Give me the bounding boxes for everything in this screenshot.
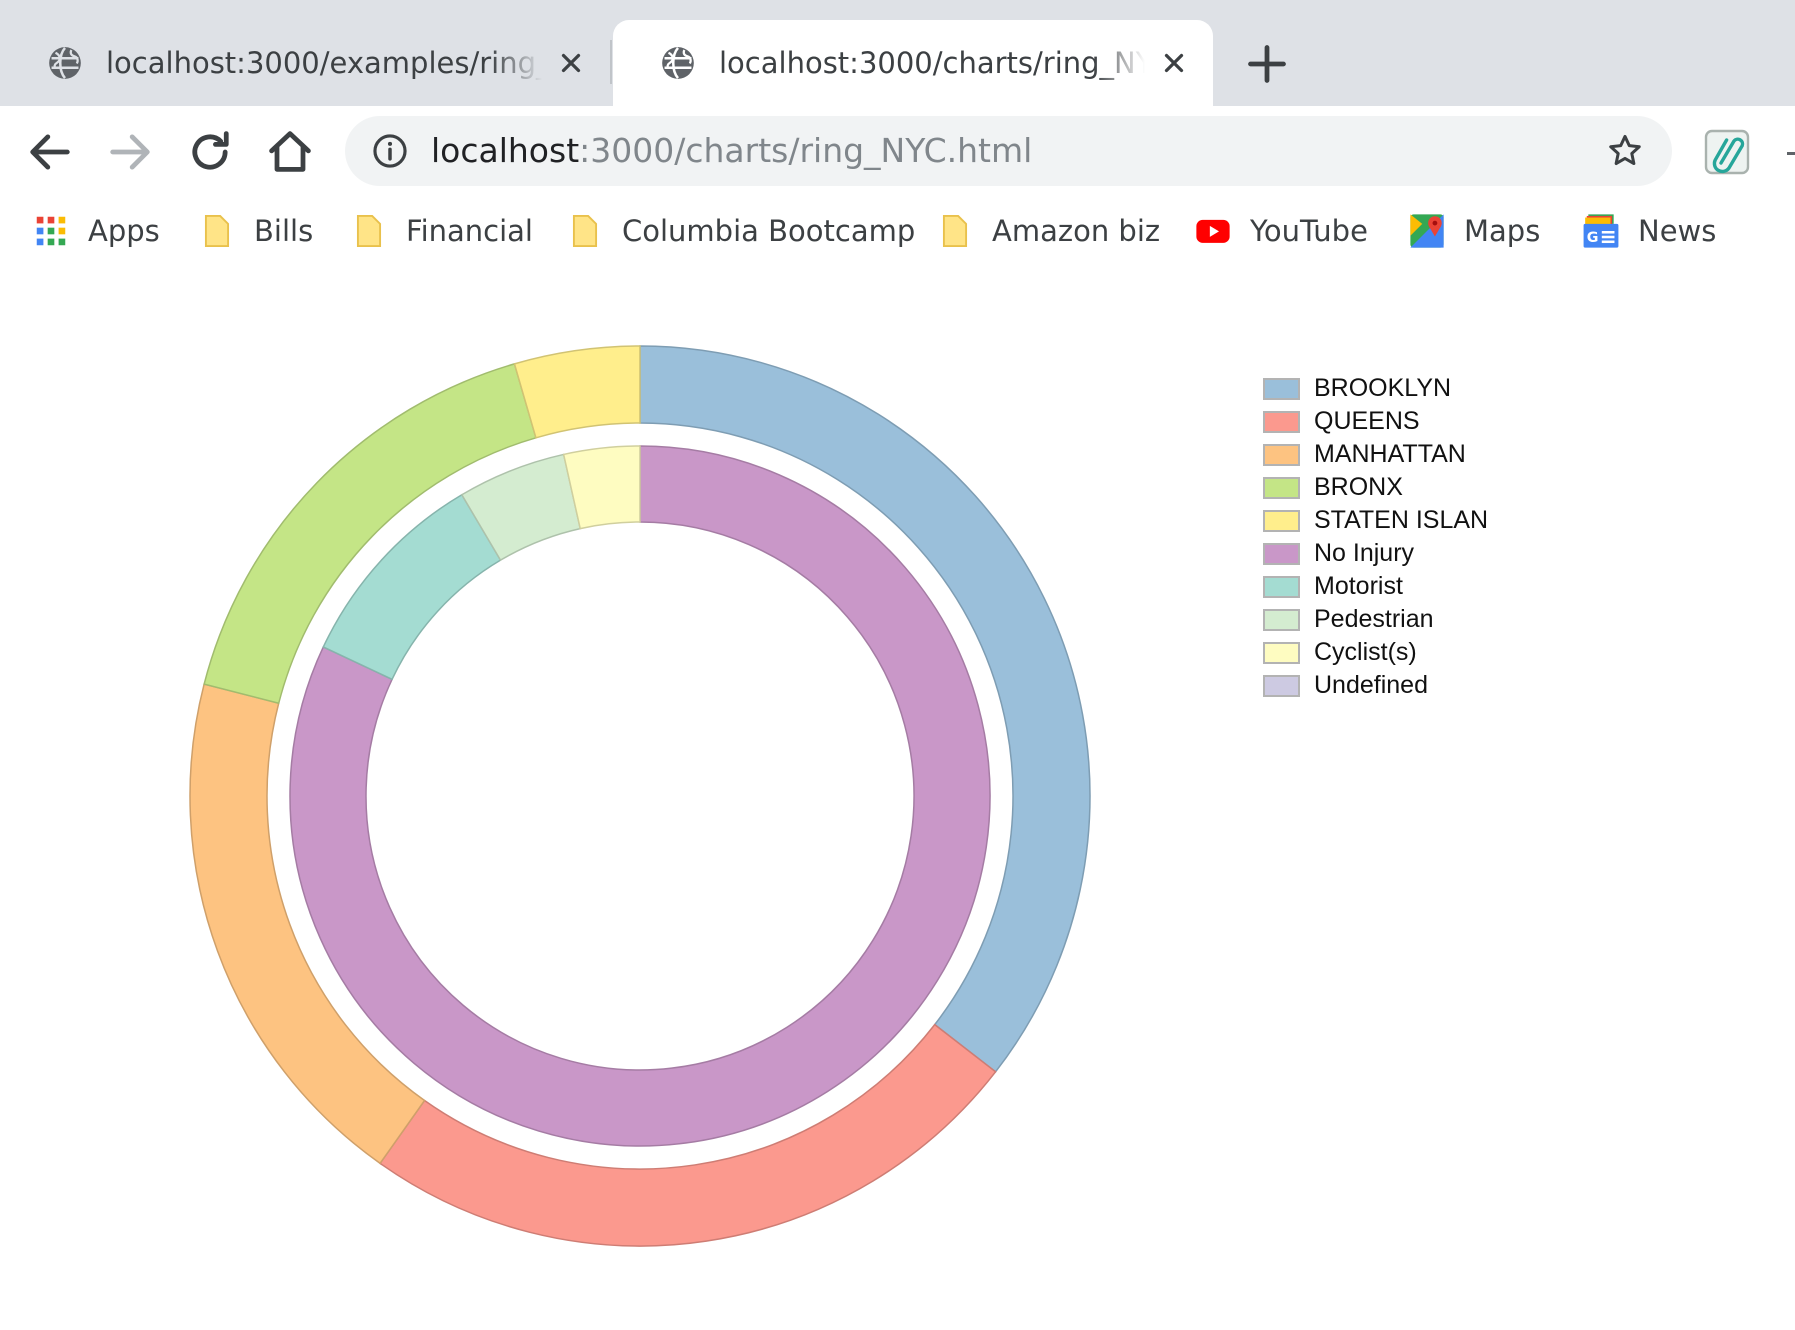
bookmark-label: Amazon biz — [992, 214, 1161, 248]
home-icon[interactable] — [264, 126, 316, 178]
tab-separator — [610, 40, 612, 84]
tab-strip: localhost:3000/examples/ring_multi.html … — [0, 0, 1795, 106]
bookmark-financial[interactable]: Financial — [350, 208, 533, 254]
legend-swatch — [1263, 410, 1300, 433]
close-icon[interactable] — [1159, 48, 1189, 78]
legend-label: Cyclist(s) — [1314, 638, 1417, 666]
bookmark-label: Maps — [1464, 214, 1541, 248]
legend-label: Pedestrian — [1314, 605, 1434, 633]
legend-label: MANHATTAN — [1314, 440, 1466, 468]
nested-donut-chart — [189, 345, 1091, 1247]
reload-icon[interactable] — [184, 126, 236, 178]
legend-swatch — [1263, 575, 1300, 598]
youtube-icon — [1196, 219, 1230, 243]
bookmark-youtube[interactable]: YouTube — [1194, 208, 1368, 254]
globe-icon — [49, 47, 81, 79]
address-bar[interactable]: localhost:3000/charts/ring_NYC.html — [345, 116, 1672, 186]
legend-swatch — [1263, 377, 1300, 400]
browser-toolbar: localhost:3000/charts/ring_NYC.html — [0, 106, 1795, 198]
legend-item[interactable]: Pedestrian — [1263, 603, 1488, 636]
url-host: localhost — [431, 131, 580, 170]
bookmark-star-icon[interactable] — [1606, 132, 1644, 170]
legend-label: No Injury — [1314, 539, 1415, 567]
legend-label: BROOKLYN — [1314, 374, 1452, 402]
menu-edge — [1787, 152, 1795, 155]
url-text[interactable]: localhost:3000/charts/ring_NYC.html — [431, 116, 1032, 186]
legend-swatch — [1263, 542, 1300, 565]
bookmark-label: Apps — [88, 214, 160, 248]
chart-legend: BROOKLYN QUEENS MANHATTAN BRONX STATEN ISLAN… — [1263, 372, 1488, 702]
tab-ring-nyc[interactable]: localhost:3000/charts/ring_NYC.html — [613, 20, 1213, 106]
forward-arrow-icon[interactable] — [104, 126, 156, 178]
legend-swatch — [1263, 674, 1300, 697]
url-path: :3000/charts/ring_NYC.html — [579, 131, 1033, 170]
back-arrow-icon[interactable] — [24, 126, 76, 178]
google-maps-icon — [1410, 214, 1444, 248]
folder-icon — [356, 215, 382, 247]
legend-item[interactable]: Undefined — [1263, 669, 1488, 702]
bookmark-columbia-bootcamp[interactable]: Columbia Bootcamp — [566, 208, 915, 254]
bookmark-label: Bills — [254, 214, 314, 248]
bookmark-label: Financial — [406, 214, 533, 248]
legend-item[interactable]: Motorist — [1263, 570, 1488, 603]
legend-swatch — [1263, 476, 1300, 499]
bookmark-label: Columbia Bootcamp — [622, 214, 916, 248]
legend-swatch — [1263, 443, 1300, 466]
legend-item[interactable]: No Injury — [1263, 537, 1488, 570]
paperclip-extension-icon[interactable] — [1703, 128, 1751, 176]
legend-item[interactable]: MANHATTAN — [1263, 438, 1488, 471]
tab-title: localhost:3000/examples/ring_multi.html — [106, 46, 542, 80]
folder-icon — [942, 215, 968, 247]
legend-label: Undefined — [1314, 671, 1428, 699]
google-news-icon: G — [1583, 214, 1619, 248]
legend-label: QUEENS — [1314, 407, 1420, 435]
bookmark-maps[interactable]: Maps — [1408, 208, 1540, 254]
close-icon[interactable] — [556, 48, 586, 78]
folder-icon — [204, 215, 230, 247]
legend-label: STATEN ISLAN — [1314, 506, 1489, 534]
page-content: BROOKLYN QUEENS MANHATTAN BRONX STATEN ISLAN… — [0, 264, 1795, 1330]
bookmark-news[interactable]: G News — [1582, 208, 1716, 254]
new-tab-plus-icon[interactable] — [1245, 42, 1289, 86]
bookmark-label: News — [1638, 214, 1717, 248]
bookmark-bills[interactable]: Bills — [198, 208, 313, 254]
tab-title: localhost:3000/charts/ring_NYC.html — [719, 46, 1145, 80]
legend-item[interactable]: BRONX — [1263, 471, 1488, 504]
folder-icon — [572, 215, 598, 247]
info-icon[interactable] — [371, 132, 409, 170]
legend-item[interactable]: QUEENS — [1263, 405, 1488, 438]
legend-item[interactable]: BROOKLYN — [1263, 372, 1488, 405]
apps-grid-icon — [36, 216, 66, 246]
legend-label: BRONX — [1314, 473, 1403, 501]
legend-swatch — [1263, 641, 1300, 664]
bookmarks-bar: Apps Bills Financial Columbia Bootcamp A… — [0, 198, 1795, 264]
legend-item[interactable]: Cyclist(s) — [1263, 636, 1488, 669]
legend-item[interactable]: STATEN ISLAN — [1263, 504, 1488, 537]
bookmark-apps[interactable]: Apps — [32, 208, 160, 254]
bookmark-label: YouTube — [1250, 214, 1368, 248]
outer-ring-slice-staten-islan[interactable] — [513, 345, 641, 439]
legend-label: Motorist — [1314, 572, 1403, 600]
tab-ring-multi[interactable]: localhost:3000/examples/ring_multi.html — [0, 20, 610, 106]
legend-swatch — [1263, 608, 1300, 631]
bookmark-amazon-biz[interactable]: Amazon biz — [936, 208, 1160, 254]
svg-text:G: G — [1587, 230, 1599, 246]
legend-swatch — [1263, 509, 1300, 532]
globe-icon — [662, 47, 694, 79]
